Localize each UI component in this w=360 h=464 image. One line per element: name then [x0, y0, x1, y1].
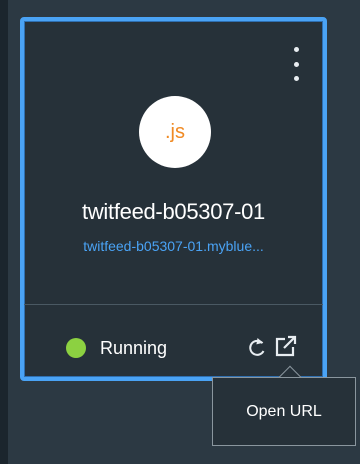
app-url-link[interactable]: twitfeed-b05307-01.myblue... — [36, 238, 311, 254]
menu-dot — [293, 47, 299, 52]
tooltip-label: Open URL — [246, 402, 322, 420]
menu-dot — [293, 61, 299, 67]
sidebar-edge — [0, 0, 8, 464]
restart-icon[interactable] — [247, 336, 267, 358]
menu-dot — [293, 76, 299, 81]
open-url-tooltip: Open URL — [212, 377, 356, 446]
status-text: Running — [100, 338, 168, 358]
app-name: twitfeed-b05307-01 — [82, 199, 265, 224]
overflow-menu-icon[interactable] — [291, 47, 301, 81]
launch-icon[interactable] — [274, 334, 298, 358]
runtime-icon: .js — [139, 96, 211, 168]
app-card-body: .js twitfeed-b05307-01 twitfeed-b05307-0… — [24, 21, 323, 304]
app-card[interactable]: .js twitfeed-b05307-01 twitfeed-b05307-0… — [20, 17, 327, 381]
app-card-footer: Running — [24, 305, 323, 377]
app-dashboard: .js twitfeed-b05307-01 twitfeed-b05307-0… — [0, 0, 360, 464]
status-dot-icon — [66, 338, 86, 358]
